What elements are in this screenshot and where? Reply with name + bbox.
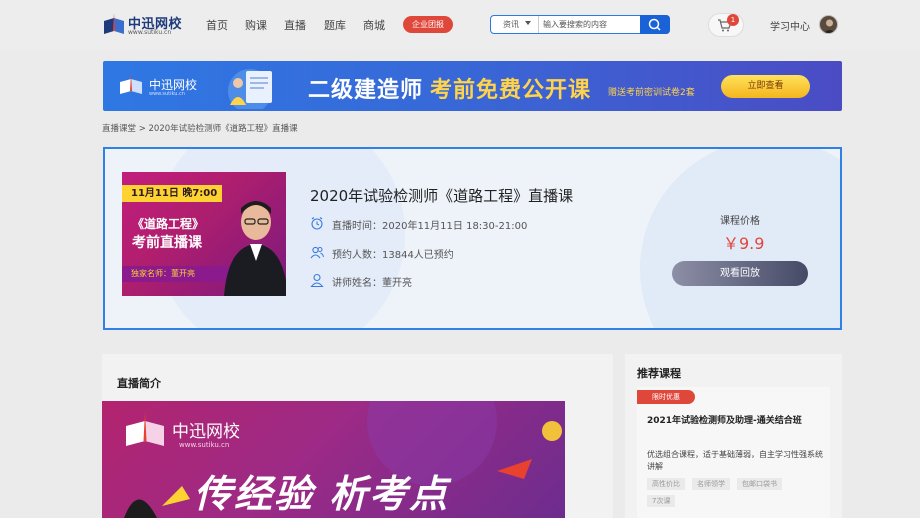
thumbnail-date: 11月11日 晚7:00 bbox=[122, 185, 222, 202]
intro-poster: 中迅网校 www.sutiku.cn 传经验 析考点 bbox=[102, 401, 565, 518]
course-thumbnail[interactable]: 11月11日 晚7:00 《道路工程》 考前直播课 独家名师：董开亮 bbox=[122, 172, 286, 296]
teacher-portrait-icon bbox=[224, 201, 286, 296]
caret-down-icon[interactable] bbox=[525, 21, 531, 25]
banner-title: 二级建造师 bbox=[308, 78, 424, 103]
watch-replay-button[interactable]: 观看回放 bbox=[672, 261, 808, 286]
course-card: 11月11日 晚7:00 《道路工程》 考前直播课 独家名师：董开亮 2020年… bbox=[103, 147, 842, 330]
nav-question-bank[interactable]: 题库 bbox=[324, 17, 346, 33]
recommend-course-desc: 优选组合课程，适于基础薄弱，自主学习性强系统讲解 bbox=[647, 450, 823, 471]
banner-subtitle: 赠送考前密训试卷2套 bbox=[608, 88, 695, 98]
recommend-title: 推荐课程 bbox=[637, 367, 681, 380]
nav-home[interactable]: 首页 bbox=[206, 17, 228, 33]
intro-section: 直播简介 中迅网校 www.sutiku.cn 传经验 析考点 bbox=[102, 354, 613, 518]
book-logo-icon bbox=[120, 73, 142, 94]
promo-banner[interactable]: 中迅网校 www.sutiku.cn 二级建造师 考前免费公开课 赠送考前密训试… bbox=[103, 61, 842, 111]
recommend-course-card[interactable]: 限时优惠 2021年试验检测师及助理-通关结合班 优选组合课程，适于基础薄弱，自… bbox=[637, 387, 830, 518]
lesson-count-chip: 7次课 bbox=[647, 495, 676, 507]
person-reading-illustration-icon bbox=[228, 69, 272, 109]
feature-chip: 包邮口袋书 bbox=[737, 478, 782, 490]
cart-icon bbox=[718, 19, 732, 32]
search-button[interactable] bbox=[640, 15, 670, 34]
intro-title: 直播简介 bbox=[117, 377, 161, 390]
recommend-section: 推荐课程 限时优惠 2021年试验检测师及助理-通关结合班 优选组合课程，适于基… bbox=[625, 354, 842, 518]
users-icon bbox=[310, 246, 324, 259]
book-logo-icon bbox=[104, 13, 124, 34]
price-label: 课程价格 bbox=[720, 216, 760, 227]
breadcrumb[interactable]: 直播课堂 > 2020年试验检测师《道路工程》直播课 bbox=[102, 122, 298, 134]
study-center-link[interactable]: 学习中心 bbox=[770, 18, 810, 33]
nav-buy-course[interactable]: 购课 bbox=[245, 17, 267, 33]
teacher-text: 讲师姓名：董开亮 bbox=[332, 278, 412, 289]
banner-title-highlight: 考前免费公开课 bbox=[430, 78, 592, 103]
banner-logo: 中迅网校 www.sutiku.cn bbox=[117, 73, 207, 99]
live-time-text: 直播时间：2020年11月11日 18:30-21:00 bbox=[332, 221, 528, 232]
alarm-clock-icon bbox=[311, 217, 323, 230]
enterprise-signup-button[interactable]: 企业团报 bbox=[403, 16, 453, 33]
poster-logo-sub: www.sutiku.cn bbox=[179, 441, 230, 449]
limited-offer-badge: 限时优惠 bbox=[637, 390, 695, 404]
course-title: 2020年试验检测师《道路工程》直播课 bbox=[310, 187, 574, 205]
search-icon bbox=[648, 18, 661, 31]
course-price: ￥9.9 bbox=[723, 234, 765, 253]
booked-text: 预约人数：13844人已预约 bbox=[332, 250, 454, 261]
book-logo-icon bbox=[126, 411, 164, 446]
cart-count-badge: 1 bbox=[727, 14, 739, 26]
feature-chip: 高性价比 bbox=[647, 478, 685, 490]
banner-logo-sub: www.sutiku.cn bbox=[149, 91, 185, 97]
poster-slogan: 传经验 析考点 bbox=[194, 472, 450, 516]
user-icon bbox=[310, 273, 324, 287]
logo-sub: www.sutiku.cn bbox=[128, 29, 172, 36]
banner-view-button[interactable]: 立即查看 bbox=[721, 75, 810, 98]
feature-chip: 名师领学 bbox=[692, 478, 730, 490]
nav-live[interactable]: 直播 bbox=[284, 17, 306, 33]
user-avatar-icon bbox=[823, 19, 836, 33]
top-header: 中迅网校 www.sutiku.cn 首页 购课 直播 题库 商城 企业团报 资… bbox=[0, 0, 920, 50]
cart-button[interactable] bbox=[708, 13, 744, 37]
thumbnail-headline: 考前直播课 bbox=[132, 235, 202, 251]
search-divider bbox=[538, 16, 539, 33]
recommend-course-name[interactable]: 2021年试验检测师及助理-通关结合班 bbox=[647, 413, 802, 426]
poster-logo-text: 中迅网校 bbox=[172, 422, 240, 442]
thumbnail-subject: 《道路工程》 bbox=[132, 217, 205, 231]
nav-mall[interactable]: 商城 bbox=[363, 17, 385, 33]
user-avatar[interactable] bbox=[819, 15, 838, 34]
search-input[interactable] bbox=[543, 17, 638, 32]
search-type-select[interactable]: 资讯 bbox=[503, 19, 519, 30]
search-box: 资讯 bbox=[490, 15, 670, 34]
site-logo[interactable]: 中迅网校 www.sutiku.cn bbox=[102, 11, 188, 39]
